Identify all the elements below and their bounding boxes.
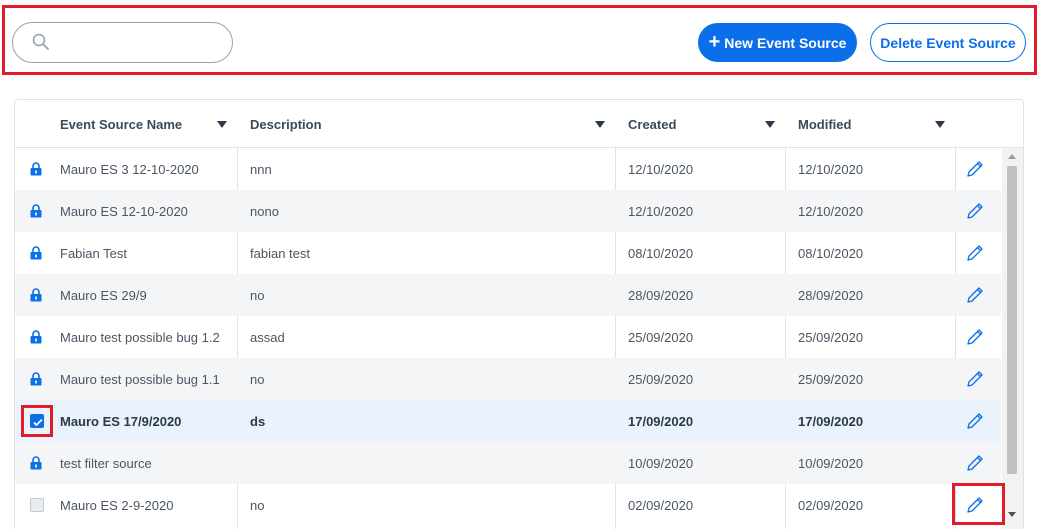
row-checkbox[interactable] [30,414,44,428]
cell-event-source-name: test filter source [60,455,152,471]
column-header-modified[interactable]: Modified [798,100,955,148]
lock-icon [30,288,42,305]
edit-pencil-icon[interactable] [965,327,985,350]
sort-caret-icon[interactable] [217,121,227,128]
lock-icon [30,330,42,347]
cell-modified: 12/10/2020 [798,161,864,177]
edit-pencil-icon[interactable] [965,369,985,392]
cell-modified: 17/09/2020 [798,413,864,429]
cell-created: 12/10/2020 [628,203,694,219]
plus-icon: + [708,30,721,53]
cell-event-source-name: Mauro test possible bug 1.2 [60,329,220,345]
table-row[interactable]: Mauro ES 12-10-2020 nono 12/10/2020 12/10/2… [15,190,1001,232]
cell-description [250,442,615,484]
new-event-source-label: New Event Source [724,34,847,51]
cell-modified: 25/09/2020 [798,371,864,387]
cell-event-source-name: Mauro ES 3 12-10-2020 [60,161,199,177]
cell-modified: 12/10/2020 [798,203,864,219]
lock-icon [30,456,42,473]
lock-icon [30,372,42,389]
cell-modified: 02/09/2020 [798,497,864,513]
table-row[interactable]: Mauro ES 17/9/2020 ds 17/09/2020 17/09/2020 [15,400,1001,442]
cell-description: nono [250,203,279,219]
cell-created: 25/09/2020 [628,329,694,345]
cell-modified: 08/10/2020 [798,245,864,261]
cell-event-source-name: Mauro ES 2-9-2020 [60,497,174,513]
column-header-description[interactable]: Description [250,100,615,148]
cell-created: 25/09/2020 [628,371,694,387]
cell-description: no [250,497,265,513]
cell-modified: 10/09/2020 [798,455,864,471]
table-row[interactable]: Fabian Test fabian test 08/10/2020 08/10/20… [15,232,1001,274]
cell-description: nnn [250,161,272,177]
cell-created: 10/09/2020 [628,455,694,471]
sort-caret-icon[interactable] [935,121,945,128]
lock-icon [30,162,42,179]
cell-event-source-name: Mauro ES 29/9 [60,287,147,303]
lock-icon [30,246,42,263]
cell-event-source-name: Mauro ES 12-10-2020 [60,203,188,219]
search-icon [32,33,49,50]
cell-created: 08/10/2020 [628,245,694,261]
table-row[interactable]: Mauro test possible bug 1.1 no 25/09/2020 2… [15,358,1001,400]
event-source-table: Event Source Name Description Created Mo… [14,99,1024,529]
sort-caret-icon[interactable] [765,121,775,128]
table-row[interactable]: Mauro ES 29/9 no 28/09/2020 28/09/2020 [15,274,1001,316]
table-row[interactable]: test filter source 10/09/2020 10/09/2020 [15,442,1001,484]
lock-icon [30,204,42,221]
cell-modified: 25/09/2020 [798,329,864,345]
edit-pencil-icon[interactable] [965,201,985,224]
cell-description: no [250,287,265,303]
scrollbar-thumb[interactable] [1007,166,1017,474]
edit-pencil-icon[interactable] [965,495,985,518]
new-event-source-button[interactable]: + New Event Source [698,23,857,62]
column-header-label: Modified [798,116,852,132]
scroll-down-arrow-icon[interactable] [1008,512,1016,517]
cell-event-source-name: Fabian Test [60,245,127,261]
table-row[interactable]: Mauro test possible bug 1.2 assad 25/09/20… [15,316,1001,358]
table-row[interactable]: Mauro ES 2-9-2020 no 02/09/2020 02/09/2020 [15,484,1001,526]
cell-created: 02/09/2020 [628,497,694,513]
search-input[interactable] [61,31,221,55]
cell-description: fabian test [250,245,310,261]
cell-description: ds [250,413,266,429]
column-header-label: Created [628,116,677,132]
column-header-name[interactable]: Event Source Name [60,100,237,148]
cell-event-source-name: Mauro ES 17/9/2020 [60,413,182,429]
cell-created: 28/09/2020 [628,287,694,303]
row-checkbox[interactable] [30,498,44,512]
edit-pencil-icon[interactable] [965,411,985,434]
edit-pencil-icon[interactable] [965,285,985,308]
table-header: Event Source Name Description Created Mo… [15,100,1023,148]
vertical-scrollbar[interactable] [1002,148,1023,529]
edit-pencil-icon[interactable] [965,243,985,266]
search-box[interactable] [12,22,233,63]
edit-pencil-icon[interactable] [965,159,985,182]
cell-created: 12/10/2020 [628,161,694,177]
column-header-created[interactable]: Created [628,100,785,148]
scroll-up-arrow-icon[interactable] [1008,154,1016,159]
edit-pencil-icon[interactable] [965,453,985,476]
table-row[interactable]: Mauro ES 3 12-10-2020 nnn 12/10/2020 12/10/… [15,148,1001,190]
cell-created: 17/09/2020 [628,413,694,429]
column-header-label: Description [250,116,322,132]
column-header-label: Event Source Name [60,116,183,132]
cell-modified: 28/09/2020 [798,287,864,303]
delete-event-source-label: Delete Event Source [880,34,1016,51]
cell-description: assad [250,329,285,345]
delete-event-source-button[interactable]: Delete Event Source [870,23,1026,62]
cell-event-source-name: Mauro test possible bug 1.1 [60,371,220,387]
cell-description: no [250,371,265,387]
sort-caret-icon[interactable] [595,121,605,128]
